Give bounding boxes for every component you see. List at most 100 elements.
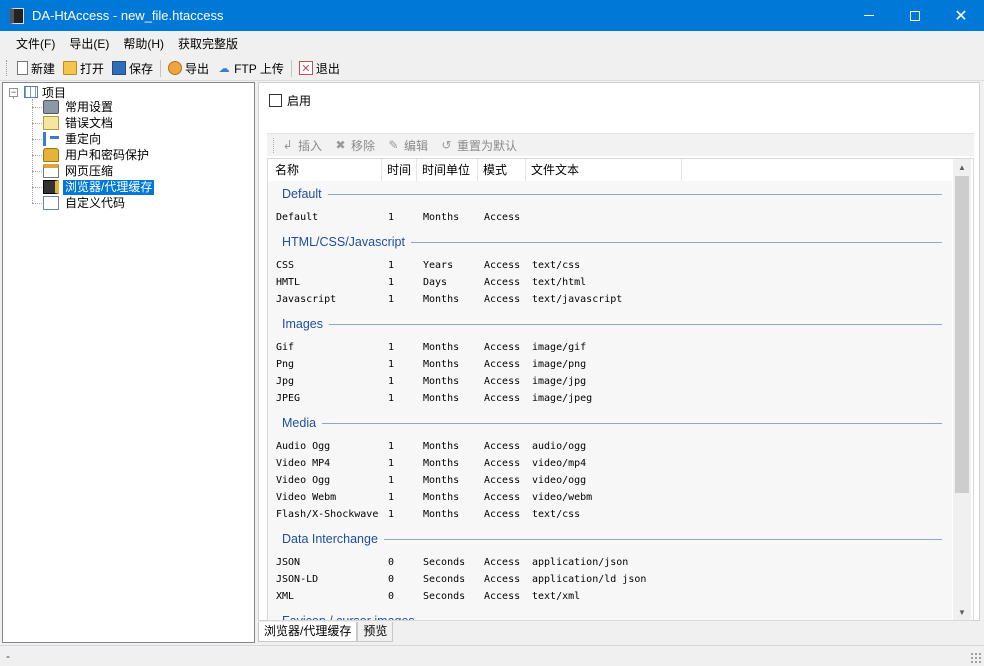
save-button[interactable]: 保存 xyxy=(108,58,157,79)
tree-root-project[interactable]: − 项目 xyxy=(9,84,66,100)
scroll-up-arrow-icon[interactable]: ▲ xyxy=(953,159,971,176)
table-row[interactable]: Flash/X-Shockwave 1 Months Access text/css xyxy=(276,506,732,523)
tab-browser-proxy-cache[interactable]: 浏览器/代理缓存 xyxy=(258,622,358,642)
table-cell: text/xml xyxy=(532,591,581,602)
open-button[interactable]: 打开 xyxy=(59,58,108,79)
status-text: - xyxy=(6,649,10,663)
open-folder-icon xyxy=(63,61,78,75)
title-bar: DA-HtAccess - new_file.htaccess xyxy=(0,0,984,31)
table-row[interactable]: JPEG 1 Months Access image/jpeg xyxy=(276,390,732,407)
minimize-button[interactable] xyxy=(846,0,892,31)
edit-button[interactable]: ✎ 编辑 xyxy=(387,137,429,154)
save-button-label: 保存 xyxy=(129,61,154,76)
column-header-time[interactable]: 时间 xyxy=(382,159,417,181)
table-cell: Access xyxy=(484,359,521,370)
edit-pencil-icon: ✎ xyxy=(388,138,399,152)
cache-rules-grid: 名称 时间 时间单位 模式 文件文本 Default Default 1 Months… xyxy=(267,158,974,621)
grid-toolbar-grip[interactable] xyxy=(273,137,276,153)
tree-item-custom-code[interactable]: 自定义代码 xyxy=(43,195,127,211)
close-button[interactable]: ✕ xyxy=(938,0,984,31)
table-cell: Access xyxy=(484,393,521,404)
menu-get-full-version[interactable]: 获取完整版 xyxy=(171,35,245,52)
tab-preview[interactable]: 预览 xyxy=(357,622,394,642)
tree-item-redirect[interactable]: 重定向 xyxy=(43,131,103,147)
cloud-upload-icon: ☁ xyxy=(218,62,230,75)
table-cell: Seconds xyxy=(423,557,466,568)
export-button[interactable]: 导出 xyxy=(164,58,213,79)
remove-icon: ✖ xyxy=(335,138,346,152)
main-toolbar: 新建 打开 保存 导出 ☁ FTP 上传 ✕ 退出 xyxy=(0,56,984,81)
table-row[interactable]: HMTL 1 Days Access text/html xyxy=(276,274,732,291)
table-row[interactable]: Video Webm 1 Months Access video/webm xyxy=(276,489,732,506)
tree-item-browser-proxy-cache[interactable]: 浏览器/代理缓存 xyxy=(43,179,155,195)
table-cell: Months xyxy=(423,492,460,503)
exit-button[interactable]: ✕ 退出 xyxy=(295,58,344,79)
group-label: Favicon / cursor images xyxy=(282,614,415,621)
close-icon: ✕ xyxy=(954,7,968,25)
table-cell: Audio Ogg xyxy=(276,441,331,452)
remove-button[interactable]: ✖ 移除 xyxy=(334,137,375,154)
tree-item-label: 常用设置 xyxy=(65,99,114,114)
app-icon xyxy=(10,7,24,24)
menu-help[interactable]: 帮助(H) xyxy=(116,35,171,52)
group-divider xyxy=(329,323,942,325)
toolbar-grip[interactable] xyxy=(6,60,9,76)
group-header[interactable]: Images xyxy=(282,314,942,334)
tree-connector xyxy=(32,107,42,108)
tree-item-compression[interactable]: 网页压缩 xyxy=(43,163,115,179)
project-tree[interactable]: − 项目 常用设置 错误文档 重定向 用户和密码保护 网页压缩 浏览器/代理缓存… xyxy=(2,82,255,643)
table-cell: Video MP4 xyxy=(276,458,331,469)
table-row[interactable]: Video MP4 1 Months Access video/mp4 xyxy=(276,455,732,472)
maximize-button[interactable] xyxy=(892,0,938,31)
table-row[interactable]: CSS 1 Years Access text/css xyxy=(276,257,732,274)
scroll-down-arrow-icon[interactable]: ▼ xyxy=(953,604,971,620)
group-header[interactable]: Default xyxy=(282,184,942,204)
column-header-name[interactable]: 名称 xyxy=(270,159,382,181)
exit-button-label: 退出 xyxy=(315,61,340,76)
table-row[interactable]: Video Ogg 1 Months Access video/ogg xyxy=(276,472,732,489)
table-row[interactable]: Audio Ogg 1 Months Access audio/ogg xyxy=(276,438,732,455)
reset-default-button[interactable]: ↺ 重置为默认 xyxy=(440,137,518,154)
maximize-icon xyxy=(910,10,920,21)
table-row[interactable]: JSON 0 Seconds Access application/json xyxy=(276,554,732,571)
table-row[interactable]: Png 1 Months Access image/png xyxy=(276,356,732,373)
table-row[interactable]: Javascript 1 Months Access text/javascript xyxy=(276,291,732,308)
grid-vertical-scrollbar[interactable]: ▲ ▼ xyxy=(953,159,971,620)
group-header[interactable]: Favicon / cursor images xyxy=(282,611,942,621)
tree-item-error-documents[interactable]: 错误文档 xyxy=(43,115,115,131)
new-button[interactable]: 新建 xyxy=(13,58,59,79)
insert-button[interactable]: ↲ 插入 xyxy=(281,137,322,154)
group-divider xyxy=(322,422,942,424)
tree-item-password-protection[interactable]: 用户和密码保护 xyxy=(43,147,151,163)
table-row[interactable]: JSON-LD 0 Seconds Access application/ld json xyxy=(276,571,732,588)
column-header-file-text[interactable]: 文件文本 xyxy=(526,159,682,181)
enable-checkbox[interactable] xyxy=(269,94,282,107)
table-cell: 0 xyxy=(388,557,395,568)
table-cell: 1 xyxy=(388,376,395,387)
column-header-mode[interactable]: 模式 xyxy=(478,159,526,181)
group-header[interactable]: HTML/CSS/Javascript xyxy=(282,232,942,252)
table-row[interactable]: Jpg 1 Months Access image/jpg xyxy=(276,373,732,390)
menu-file[interactable]: 文件(F) xyxy=(9,35,62,52)
menu-export[interactable]: 导出(E) xyxy=(62,35,116,52)
resize-grip-icon[interactable] xyxy=(970,652,981,663)
table-row[interactable]: Default 1 Months Access xyxy=(276,209,732,226)
table-cell: Access xyxy=(484,458,521,469)
settings-icon xyxy=(43,100,59,114)
enable-checkbox-row[interactable]: 启用 xyxy=(269,92,311,109)
table-cell: 1 xyxy=(388,393,395,404)
column-header-time-unit[interactable]: 时间单位 xyxy=(417,159,478,181)
tree-item-general-settings[interactable]: 常用设置 xyxy=(43,99,115,115)
save-disk-icon xyxy=(112,61,127,75)
group-header[interactable]: Media xyxy=(282,413,942,433)
table-cell: application/json xyxy=(532,557,629,568)
table-row[interactable]: Gif 1 Months Access image/gif xyxy=(276,339,732,356)
ftp-upload-button[interactable]: ☁ FTP 上传 xyxy=(213,58,288,79)
table-cell: Months xyxy=(423,376,460,387)
table-row[interactable]: XML 0 Seconds Access text/xml xyxy=(276,588,732,605)
table-cell: Months xyxy=(423,212,460,223)
group-header[interactable]: Data Interchange xyxy=(282,529,942,549)
scrollbar-thumb[interactable] xyxy=(955,176,969,493)
collapse-toggle-icon[interactable]: − xyxy=(9,87,18,97)
group-divider xyxy=(383,538,942,540)
